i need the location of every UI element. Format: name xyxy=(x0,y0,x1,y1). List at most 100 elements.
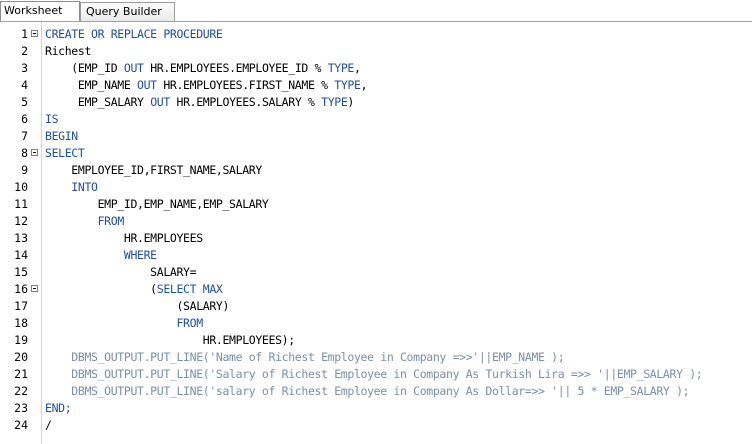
sql-keyword: OUT xyxy=(123,61,144,75)
code-text: FROM xyxy=(45,315,203,332)
sql-text: EMP_NAME xyxy=(45,78,138,92)
code-text: / xyxy=(45,417,52,434)
code-line[interactable]: 21 DBMS_OUTPUT.PUT_LINE('Salary of Riche… xyxy=(0,366,752,383)
code-line[interactable]: 7 BEGIN xyxy=(0,128,752,145)
line-number: 24 xyxy=(14,418,28,432)
code-line[interactable]: 10 INTO xyxy=(0,179,752,196)
code-text: EMP_SALARY OUT HR.EMPLOYEES.SALARY % TYP… xyxy=(45,94,354,111)
sql-output-call: DBMS_OUTPUT.PUT_LINE('Salary of Richest … xyxy=(45,367,703,381)
sql-text: HR.EMPLOYEES.FIRST_NAME % xyxy=(156,78,335,92)
code-line[interactable]: 6 IS xyxy=(0,111,752,128)
code-line[interactable]: 9 EMPLOYEE_ID,FIRST_NAME,SALARY xyxy=(0,162,752,179)
line-number: 9 xyxy=(21,163,28,177)
code-line[interactable]: 17 (SALARY) xyxy=(0,298,752,315)
code-line[interactable]: 11 EMP_ID,EMP_NAME,EMP_SALARY xyxy=(0,196,752,213)
sql-keyword: INTO xyxy=(71,180,98,194)
sql-keyword: WHERE xyxy=(123,248,157,262)
line-number: 6 xyxy=(21,112,28,126)
code-text: SALARY= xyxy=(45,264,196,281)
code-text: DBMS_OUTPUT.PUT_LINE('Salary of Richest … xyxy=(45,366,702,383)
sql-keyword: BEGIN xyxy=(45,129,78,143)
code-text: Richest xyxy=(45,43,91,60)
code-line[interactable]: 2 Richest xyxy=(0,43,752,60)
line-number: 5 xyxy=(21,95,28,109)
line-number: 20 xyxy=(14,350,28,364)
fold-collapse-icon[interactable] xyxy=(31,30,38,37)
sql-keyword: TYPE xyxy=(334,78,361,92)
code-line[interactable]: 16 (SELECT MAX xyxy=(0,281,752,298)
line-number: 19 xyxy=(14,333,28,347)
tab-query-builder[interactable]: Query Builder xyxy=(80,2,175,21)
tab-bar: Worksheet Query Builder xyxy=(0,0,752,22)
code-line[interactable]: 4 EMP_NAME OUT HR.EMPLOYEES.FIRST_NAME %… xyxy=(0,77,752,94)
code-line[interactable]: 13 HR.EMPLOYEES xyxy=(0,230,752,247)
sql-text: , xyxy=(353,61,361,75)
sql-text: HR.EMPLOYEES xyxy=(45,231,203,245)
code-line[interactable]: 8 SELECT xyxy=(0,145,752,162)
code-line[interactable]: 18 FROM xyxy=(0,315,752,332)
sql-output-call: DBMS_OUTPUT.PUT_LINE('Name of Richest Em… xyxy=(45,350,565,364)
code-line[interactable]: 14 WHERE xyxy=(0,247,752,264)
sql-text: HR.EMPLOYEES.SALARY % xyxy=(169,95,322,109)
sql-text: EMPLOYEE_ID,FIRST_NAME,SALARY xyxy=(45,163,262,177)
fold-collapse-icon[interactable] xyxy=(31,285,38,292)
code-text: INTO xyxy=(45,179,98,196)
code-line[interactable]: 15 SALARY= xyxy=(0,264,752,281)
sql-keyword: OUT xyxy=(137,78,157,92)
sql-keyword: FROM xyxy=(97,214,125,228)
code-text: (SELECT MAX xyxy=(45,281,223,298)
code-text: BEGIN xyxy=(45,128,78,145)
code-text: IS xyxy=(45,111,59,128)
code-line[interactable]: 24 / xyxy=(0,417,752,434)
sql-text: EMP_ID,EMP_NAME,EMP_SALARY xyxy=(45,197,269,211)
sql-text: ( xyxy=(45,282,157,296)
code-text: HR.EMPLOYEES xyxy=(45,230,203,247)
tab-worksheet[interactable]: Worksheet xyxy=(0,1,80,21)
line-number: 1 xyxy=(21,27,28,41)
fold-collapse-icon[interactable] xyxy=(31,149,38,156)
code-text: DBMS_OUTPUT.PUT_LINE('salary of Richest … xyxy=(45,383,689,400)
sql-keyword: FROM xyxy=(176,316,203,330)
sql-editor[interactable]: 1 CREATE OR REPLACE PROCEDURE 2 Richest 3 (E… xyxy=(0,22,752,444)
code-line[interactable]: 1 CREATE OR REPLACE PROCEDURE xyxy=(0,26,752,43)
sql-text: (SALARY) xyxy=(45,299,230,313)
sql-text: ) xyxy=(347,95,354,109)
code-text: (SALARY) xyxy=(45,298,229,315)
sql-keyword: SELECT xyxy=(45,146,85,160)
line-number: 10 xyxy=(14,180,28,194)
line-number: 8 xyxy=(21,146,28,160)
code-line[interactable]: 12 FROM xyxy=(0,213,752,230)
code-text: EMPLOYEE_ID,FIRST_NAME,SALARY xyxy=(45,162,262,179)
code-line[interactable]: 22 DBMS_OUTPUT.PUT_LINE('salary of Riche… xyxy=(0,383,752,400)
sql-text: Richest xyxy=(45,44,92,58)
sql-text: HR.EMPLOYEES); xyxy=(45,333,295,347)
code-text: DBMS_OUTPUT.PUT_LINE('Name of Richest Em… xyxy=(45,349,564,366)
line-number: 11 xyxy=(14,197,28,211)
code-text: WHERE xyxy=(45,247,157,264)
line-number: 16 xyxy=(14,282,28,296)
code-text: HR.EMPLOYEES); xyxy=(45,332,295,349)
line-number: 4 xyxy=(21,78,28,92)
code-text: SELECT xyxy=(45,145,85,162)
line-number: 14 xyxy=(14,248,28,262)
sql-output-call: DBMS_OUTPUT.PUT_LINE('salary of Richest … xyxy=(45,384,690,398)
code-line[interactable]: 23 END; xyxy=(0,400,752,417)
line-number: 21 xyxy=(14,367,28,381)
line-number: 7 xyxy=(21,129,28,143)
code-text: EMP_NAME OUT HR.EMPLOYEES.FIRST_NAME % T… xyxy=(45,77,368,94)
code-line[interactable]: 20 DBMS_OUTPUT.PUT_LINE('Name of Richest… xyxy=(0,349,752,366)
code-line[interactable]: 19 HR.EMPLOYEES); xyxy=(0,332,752,349)
line-number: 15 xyxy=(14,265,28,279)
sql-text: HR.EMPLOYEES.EMPLOYEE_ID % xyxy=(143,61,328,75)
sql-keyword: TYPE xyxy=(321,95,348,109)
code-text: END; xyxy=(45,400,72,417)
sql-text: SALARY= xyxy=(45,265,197,279)
code-line[interactable]: 3 (EMP_ID OUT HR.EMPLOYEES.EMPLOYEE_ID %… xyxy=(0,60,752,77)
code-line[interactable]: 5 EMP_SALARY OUT HR.EMPLOYEES.SALARY % T… xyxy=(0,94,752,111)
line-number: 12 xyxy=(14,214,28,228)
line-number: 13 xyxy=(14,231,28,245)
code-text: EMP_ID,EMP_NAME,EMP_SALARY xyxy=(45,196,269,213)
